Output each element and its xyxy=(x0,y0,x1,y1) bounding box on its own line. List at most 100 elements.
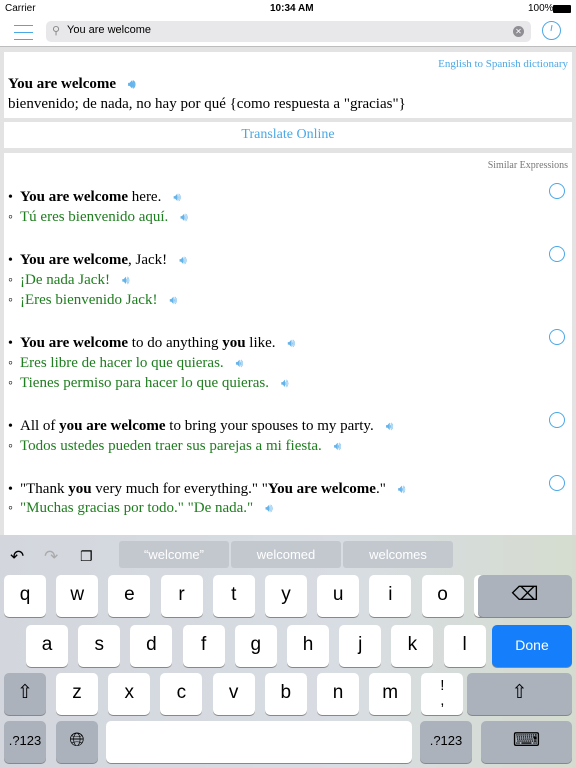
select-radio[interactable] xyxy=(549,183,565,199)
key-a[interactable]: a xyxy=(26,625,68,667)
headword: You are welcome xyxy=(8,76,117,92)
sentence-segment: you xyxy=(68,481,92,497)
key-punct[interactable]: ! , xyxy=(421,673,464,715)
bullet: • xyxy=(8,336,13,351)
speaker-icon[interactable]: 🔊︎ xyxy=(180,210,188,224)
speaker-icon[interactable]: 🔊︎ xyxy=(169,293,177,307)
speaker-icon[interactable]: 🔊︎ xyxy=(128,77,136,91)
speaker-icon[interactable]: 🔊︎ xyxy=(236,356,244,370)
sentence-segment: you xyxy=(222,335,246,351)
select-radio[interactable] xyxy=(549,329,565,345)
key-q[interactable]: q xyxy=(4,575,46,617)
search-field[interactable]: ⚲ ✕ xyxy=(46,21,531,42)
shift-key[interactable]: ⇧ xyxy=(4,673,46,715)
history-clock-icon[interactable] xyxy=(542,21,561,40)
key-e[interactable]: e xyxy=(108,575,151,617)
english-sentence: You are welcome, Jack! 🔊︎ xyxy=(20,252,187,269)
suggestion[interactable]: “welcome” xyxy=(119,541,229,568)
sentence-segment: You are welcome xyxy=(20,335,129,351)
translation-text: Tú eres bienvenido aquí. xyxy=(20,209,169,225)
done-key[interactable]: Done xyxy=(492,625,572,667)
translation-text: Todos ustedes pueden traer sus parejas a… xyxy=(20,438,322,454)
key-t[interactable]: t xyxy=(212,575,255,617)
translation-text: ¡De nada Jack! xyxy=(20,272,110,288)
key-u[interactable]: u xyxy=(317,575,360,617)
spanish-translation: ¡Eres bienvenido Jack! 🔊︎ xyxy=(20,292,177,309)
paste-icon[interactable]: ❐ xyxy=(80,549,93,565)
key-y[interactable]: y xyxy=(265,575,307,617)
translation-text: Tienes permiso para hacer lo que quieras… xyxy=(20,375,269,391)
key-k[interactable]: k xyxy=(391,625,434,667)
key-g[interactable]: g xyxy=(234,625,277,667)
translation-text: ¡Eres bienvenido Jack! xyxy=(20,292,158,308)
key-z[interactable]: z xyxy=(56,673,98,715)
suggestion[interactable]: welcomed xyxy=(231,541,341,568)
spanish-translation: Tú eres bienvenido aquí. 🔊︎ xyxy=(20,209,188,226)
speaker-icon[interactable]: 🔊︎ xyxy=(265,501,273,515)
similar-expressions: Similar Expressions • You are welcome her… xyxy=(4,153,572,535)
suggestion[interactable]: welcomes xyxy=(343,541,453,568)
speaker-icon[interactable]: 🔊︎ xyxy=(334,439,342,453)
select-radio[interactable] xyxy=(549,475,565,491)
menu-icon[interactable] xyxy=(14,25,33,40)
sentence-segment: like. xyxy=(245,335,276,351)
translation-text: "Muchas gracias por todo." "De nada." xyxy=(20,500,254,516)
key-c[interactable]: c xyxy=(160,673,203,715)
speaker-icon[interactable]: 🔊︎ xyxy=(281,376,289,390)
bullet: ◦ xyxy=(8,376,13,391)
similar-expressions-title: Similar Expressions xyxy=(487,160,568,171)
key-f[interactable]: f xyxy=(182,625,225,667)
shift-key-right[interactable]: ⇧ xyxy=(467,673,572,715)
sentence-segment: You are welcome xyxy=(20,252,129,268)
nav-bar: ⚲ ✕ xyxy=(0,20,576,47)
sentence-segment: to bring your spouses to my party. xyxy=(165,418,374,434)
sentence-segment: ." xyxy=(375,481,386,497)
globe-key[interactable]: 🌐︎ xyxy=(56,721,98,763)
english-sentence: All of you are welcome to bring your spo… xyxy=(20,418,393,435)
key-l[interactable]: l xyxy=(443,625,486,667)
numbers-key-right[interactable]: .?123 xyxy=(420,721,472,763)
speaker-icon[interactable]: 🔊︎ xyxy=(398,482,406,496)
speaker-icon[interactable]: 🔊︎ xyxy=(122,273,130,287)
dictionary-source-link[interactable]: English to Spanish dictionary xyxy=(438,58,568,70)
key-n[interactable]: n xyxy=(317,673,359,715)
select-radio[interactable] xyxy=(549,246,565,262)
backspace-key[interactable]: ⌫ xyxy=(478,575,572,617)
key-i[interactable]: i xyxy=(369,575,412,617)
translate-online-button[interactable]: Translate Online xyxy=(4,122,572,148)
space-key[interactable] xyxy=(106,721,412,763)
numbers-key[interactable]: .?123 xyxy=(4,721,46,763)
keyboard: ↶ ↷ ❐ “welcome” welcomed welcomes q w e r t y u i o… xyxy=(0,535,576,768)
sentence-segment: here. xyxy=(128,189,162,205)
speaker-icon[interactable]: 🔊︎ xyxy=(288,336,296,350)
key-w[interactable]: w xyxy=(56,575,99,617)
key-r[interactable]: r xyxy=(160,575,203,617)
key-b[interactable]: b xyxy=(264,673,307,715)
english-sentence: You are welcome here. 🔊︎ xyxy=(20,189,181,206)
bullet: ◦ xyxy=(8,356,13,371)
key-v[interactable]: v xyxy=(212,673,255,715)
key-m[interactable]: m xyxy=(369,673,412,715)
key-h[interactable]: h xyxy=(287,625,329,667)
bullet: ◦ xyxy=(8,439,13,454)
clear-icon[interactable]: ✕ xyxy=(513,26,524,37)
select-radio[interactable] xyxy=(549,412,565,428)
undo-icon[interactable]: ↶ xyxy=(10,547,24,567)
key-j[interactable]: j xyxy=(339,625,382,667)
redo-icon[interactable]: ↷ xyxy=(44,547,58,567)
definition: bienvenido; de nada, no hay por qué {com… xyxy=(8,96,406,112)
key-d[interactable]: d xyxy=(130,625,173,667)
key-o[interactable]: o xyxy=(421,575,464,617)
hide-keyboard-key[interactable]: ⌨ xyxy=(481,721,572,763)
speaker-icon[interactable]: 🔊︎ xyxy=(386,419,394,433)
battery-level: 100% xyxy=(528,3,554,14)
speaker-icon[interactable]: 🔊︎ xyxy=(173,190,181,204)
key-x[interactable]: x xyxy=(108,673,151,715)
carrier: Carrier xyxy=(5,3,36,14)
sentence-segment: you are welcome xyxy=(59,418,166,434)
bullet: • xyxy=(8,419,13,434)
key-s[interactable]: s xyxy=(78,625,121,667)
search-input[interactable] xyxy=(67,24,487,36)
translation-text: Eres libre de hacer lo que quieras. xyxy=(20,355,224,371)
speaker-icon[interactable]: 🔊︎ xyxy=(179,253,187,267)
